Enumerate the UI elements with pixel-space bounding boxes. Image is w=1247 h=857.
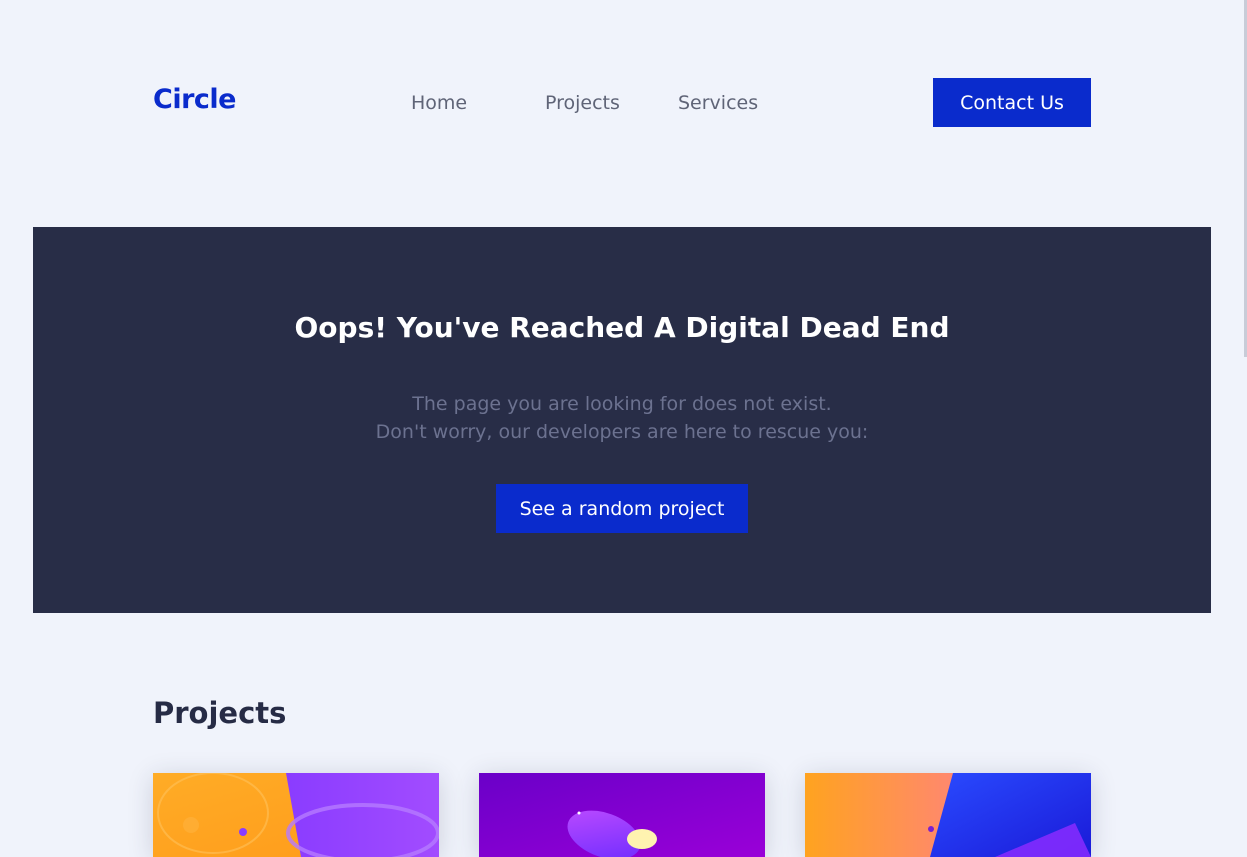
nav-link-projects[interactable]: Projects [545, 92, 620, 114]
page: Circle Home Projects Services Contact Us… [0, 0, 1247, 857]
hero-message-line-2: Don't worry, our developers are here to … [375, 421, 869, 443]
project-thumbnail-image [805, 773, 1091, 857]
project-thumbnail-image [153, 773, 439, 857]
project-card[interactable] [805, 773, 1091, 857]
error-hero: Oops! You've Reached A Digital Dead End … [33, 227, 1211, 613]
nav-link-home[interactable]: Home [411, 92, 467, 114]
hero-message-line-1: The page you are looking for does not ex… [412, 393, 832, 415]
projects-heading: Projects [153, 696, 287, 730]
project-card[interactable] [479, 773, 765, 857]
project-card[interactable] [153, 773, 439, 857]
contact-us-button[interactable]: Contact Us [933, 78, 1091, 127]
project-thumbnail-image [479, 773, 765, 857]
random-project-button[interactable]: See a random project [496, 484, 748, 533]
logo[interactable]: Circle [153, 84, 236, 115]
nav-link-services[interactable]: Services [678, 92, 758, 114]
hero-title: Oops! You've Reached A Digital Dead End [294, 311, 950, 344]
